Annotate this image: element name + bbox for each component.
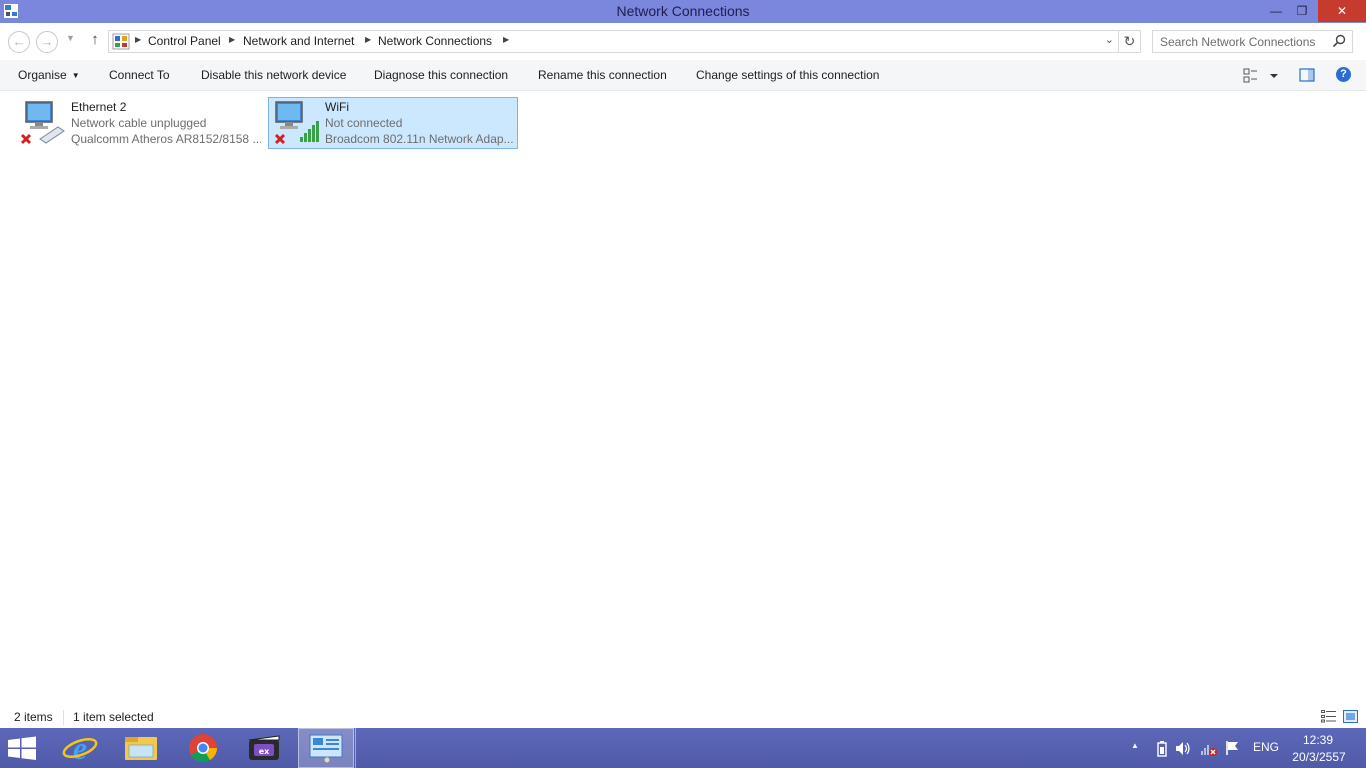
minimize-button[interactable]: — — [1262, 0, 1290, 22]
item-count: 2 items — [14, 710, 53, 724]
media-app-icon[interactable]: ex — [236, 728, 292, 768]
details-view-icon[interactable] — [1321, 710, 1336, 723]
recent-locations-chevron-icon[interactable]: ▼ — [66, 33, 75, 43]
taskbar-divider — [355, 728, 356, 768]
connection-item-wifi[interactable]: WiFi Not connected Broadcom 802.11n Netw… — [268, 97, 518, 149]
action-center-flag-icon[interactable] — [1225, 740, 1239, 756]
rename-button[interactable]: Rename this connection — [538, 68, 667, 82]
control-panel-icon — [309, 734, 343, 763]
status-bar: 2 items 1 item selected — [0, 707, 1366, 728]
network-disconnected-icon[interactable] — [1200, 741, 1217, 756]
connection-status: Not connected — [325, 116, 403, 130]
up-button[interactable]: ↑ — [86, 31, 104, 51]
connection-name: Ethernet 2 — [71, 100, 127, 114]
connection-device: Broadcom 802.11n Network Adap... — [325, 132, 514, 146]
taskbar: e ex ▲ ENG 12:39 20/3/2557 — [0, 728, 1366, 768]
clock-date[interactable]: 20/3/2557 — [1286, 750, 1352, 764]
breadcrumb-network-and-internet[interactable]: Network and Internet — [243, 34, 354, 48]
volume-icon[interactable] — [1175, 741, 1192, 756]
window-title: Network Connections — [616, 3, 750, 19]
restore-button[interactable]: ❐ — [1288, 0, 1316, 22]
chrome-icon[interactable] — [175, 728, 231, 768]
search-icon[interactable] — [1332, 34, 1346, 48]
breadcrumb-separator-icon[interactable]: ▶ — [229, 35, 235, 44]
command-bar: Organise ▼ Connect To Disable this networ… — [0, 60, 1366, 91]
connection-name: WiFi — [325, 100, 349, 114]
dropdown-arrow-icon: ▼ — [71, 71, 80, 80]
title-bar: Network Connections — ❐ ✕ — [0, 0, 1366, 23]
breadcrumb-separator-icon[interactable]: ▶ — [135, 35, 141, 44]
organise-menu[interactable]: Organise ▼ — [18, 68, 80, 82]
svg-text:ex: ex — [259, 747, 270, 756]
file-explorer-icon[interactable] — [113, 728, 169, 768]
status-divider — [63, 710, 64, 725]
connect-to-button[interactable]: Connect To — [109, 68, 170, 82]
start-icon[interactable] — [0, 728, 44, 768]
address-dropdown-icon[interactable]: ⌄ — [1105, 33, 1114, 46]
search-box[interactable] — [1152, 30, 1353, 53]
back-button[interactable]: ← — [8, 31, 30, 53]
breadcrumb-network-connections[interactable]: Network Connections — [378, 34, 492, 48]
language-indicator[interactable]: ENG — [1253, 740, 1279, 754]
organise-label: Organise — [18, 68, 67, 82]
selection-count: 1 item selected — [73, 710, 154, 724]
large-icons-view-icon[interactable] — [1343, 710, 1358, 723]
navigation-bar: ← → ▼ ↑ ▶ Control Panel ▶ Network and In… — [0, 23, 1366, 60]
connection-device: Qualcomm Atheros AR8152/8158 ... — [71, 132, 261, 146]
control-panel-icon — [112, 33, 130, 50]
ethernet-adapter-icon — [20, 101, 65, 145]
address-bar[interactable]: ▶ Control Panel ▶ Network and Internet ▶… — [108, 30, 1141, 53]
show-hidden-icons-button[interactable]: ▲ — [1131, 741, 1139, 750]
change-view-icon[interactable] — [1243, 68, 1279, 84]
disable-device-button[interactable]: Disable this network device — [201, 68, 346, 82]
close-button[interactable]: ✕ — [1318, 0, 1366, 22]
refresh-button[interactable]: ↻ — [1118, 31, 1140, 52]
battery-icon[interactable] — [1157, 741, 1167, 757]
forward-button[interactable]: → — [36, 31, 58, 53]
connection-status: Network cable unplugged — [71, 116, 207, 130]
search-input[interactable] — [1153, 31, 1323, 52]
internet-explorer-icon[interactable]: e — [52, 728, 108, 768]
svg-text:e: e — [73, 730, 87, 766]
breadcrumb-separator-icon[interactable]: ▶ — [365, 35, 371, 44]
preview-pane-icon[interactable] — [1299, 67, 1315, 83]
clock-time[interactable]: 12:39 — [1290, 733, 1346, 747]
breadcrumb-separator-icon[interactable]: ▶ — [503, 35, 509, 44]
wifi-adapter-icon — [274, 101, 319, 145]
breadcrumb-control-panel[interactable]: Control Panel — [148, 34, 221, 48]
connection-item-ethernet[interactable]: Ethernet 2 Network cable unplugged Qualc… — [14, 97, 264, 149]
control-panel-taskbar-button[interactable] — [298, 728, 354, 768]
change-settings-button[interactable]: Change settings of this connection — [696, 68, 879, 82]
diagnose-button[interactable]: Diagnose this connection — [374, 68, 508, 82]
help-button[interactable]: ? — [1336, 67, 1351, 82]
